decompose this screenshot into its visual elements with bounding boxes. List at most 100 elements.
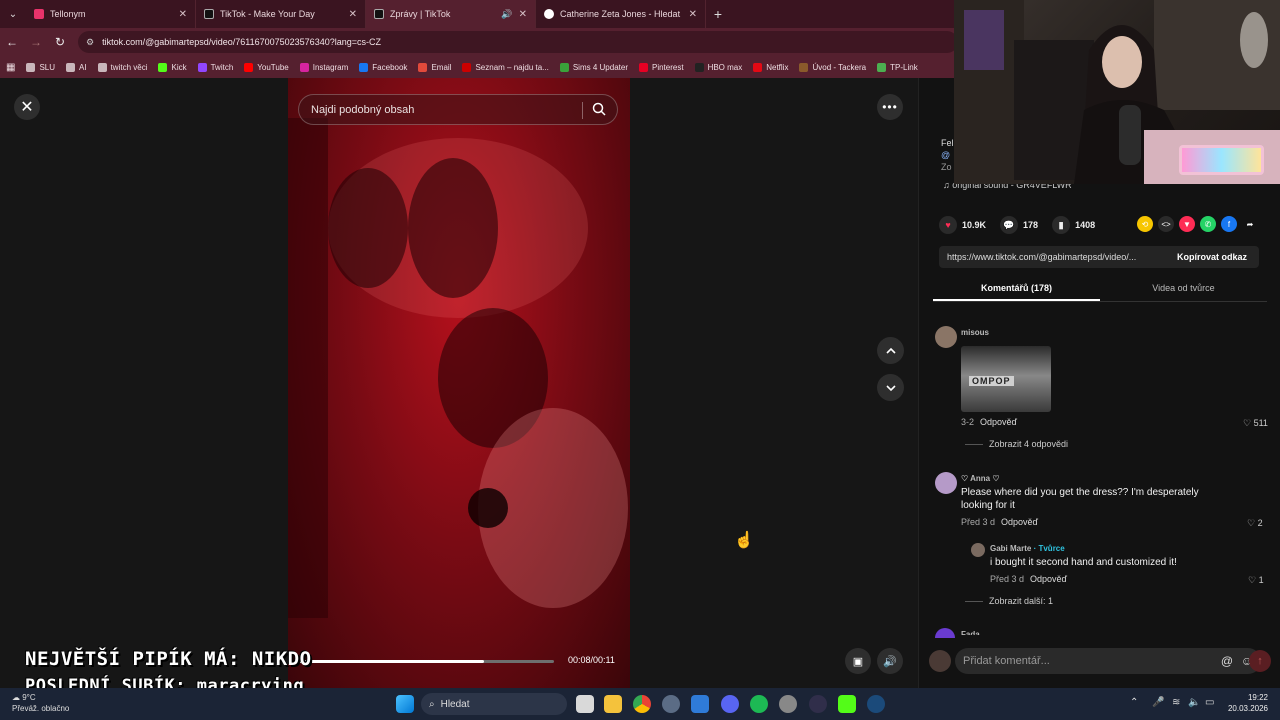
bookmark-2[interactable]: twitch věci	[97, 62, 147, 72]
volume-button[interactable]: 🔊	[877, 648, 903, 674]
tab-tiktok-messages[interactable]: Zprávy | TikTok 🔊 ✕	[366, 0, 536, 28]
tab-tiktok-home[interactable]: TikTok - Make Your Day ✕	[196, 0, 366, 28]
embed-code-icon[interactable]: <>	[1158, 216, 1174, 232]
photos-icon[interactable]	[691, 695, 709, 713]
audio-playing-icon[interactable]: 🔊	[501, 9, 512, 20]
bookmark-12[interactable]: HBO max	[694, 62, 742, 72]
comment-like-button[interactable]: ♡ 511	[1243, 418, 1268, 429]
kick-icon[interactable]	[838, 695, 856, 713]
bookmark-11[interactable]: Pinterest	[638, 62, 684, 72]
repost-icon[interactable]: ⟲	[1137, 216, 1153, 232]
whatsapp-icon[interactable]: ✆	[1200, 216, 1216, 232]
battery-icon[interactable]: ▭	[1205, 697, 1214, 708]
new-tab-plus-icon[interactable]: +	[706, 6, 730, 22]
close-video-icon[interactable]: ✕	[14, 94, 40, 120]
bookmark-7[interactable]: Facebook	[359, 62, 407, 72]
chevron-up-icon	[885, 347, 896, 354]
avatar[interactable]	[971, 543, 985, 557]
author-name-fragment[interactable]: Fel	[941, 138, 954, 148]
bookmark-13[interactable]: Netflix	[753, 62, 788, 72]
copy-link-button[interactable]: Kopírovat odkaz	[1165, 252, 1259, 262]
facebook-icon[interactable]: f	[1221, 216, 1237, 232]
bookmark-9[interactable]: Seznam – najdu ta...	[462, 62, 549, 72]
task-view-icon[interactable]	[576, 695, 594, 713]
comment-username[interactable]: misous	[961, 328, 989, 337]
taskbar-search[interactable]: ⌕ Hledat	[421, 693, 567, 715]
bookmark-6[interactable]: Instagram	[299, 62, 348, 72]
settings-gear-icon[interactable]	[662, 695, 680, 713]
reply-button[interactable]: Odpověď	[1030, 574, 1067, 584]
reply-button[interactable]: Odpověď	[1001, 517, 1038, 527]
similar-content-search[interactable]: Najdi podobný obsah	[298, 94, 618, 125]
bookmark-14[interactable]: Úvod - Tackera	[799, 62, 866, 72]
floating-player-button[interactable]: ▣	[845, 648, 871, 674]
bookmark-8[interactable]: Email	[418, 62, 451, 72]
app-icon[interactable]	[779, 695, 797, 713]
bookmark-10[interactable]: Sims 4 Updater	[559, 62, 628, 72]
bookmark-5[interactable]: YouTube	[244, 62, 289, 72]
forward-arrow-icon[interactable]: →	[24, 28, 48, 56]
reply-button[interactable]: Odpověď	[980, 417, 1017, 427]
bookmark-3[interactable]: Kick	[158, 62, 187, 72]
site-info-icon[interactable]: ⚙	[86, 37, 94, 48]
show-more-replies-button[interactable]: Zobrazit další: 1	[965, 596, 1053, 606]
avatar[interactable]	[935, 472, 957, 494]
clock[interactable]: 19:22 20.03.2026	[1228, 692, 1268, 714]
more-options-icon[interactable]: •••	[877, 94, 903, 120]
tab-creator-videos[interactable]: Videa od tvůrce	[1100, 278, 1267, 301]
comment-like-button[interactable]: ♡ 2	[1247, 518, 1263, 529]
mention-icon[interactable]: @	[1221, 654, 1233, 668]
previous-video-button[interactable]	[877, 337, 904, 364]
windows-start-icon[interactable]	[396, 695, 414, 713]
chevron-down-icon	[885, 384, 896, 391]
bookmark-15[interactable]: TP-Link	[877, 62, 918, 72]
bookmark-1[interactable]: AI	[66, 62, 87, 72]
weather-widget[interactable]: ☁ 9°C Převáž. oblačno	[12, 692, 69, 714]
close-tab-icon[interactable]: ✕	[689, 9, 697, 20]
avatar[interactable]	[935, 326, 957, 348]
tab-comments[interactable]: Komentářů (178)	[933, 278, 1100, 301]
save-button[interactable]: ▮ 1408	[1052, 216, 1095, 234]
close-tab-icon[interactable]: ✕	[519, 9, 527, 20]
video-link-text[interactable]: https://www.tiktok.com/@gabimartepsd/vid…	[939, 252, 1165, 262]
back-arrow-icon[interactable]: ←	[0, 28, 24, 56]
tab-google-search[interactable]: Catherine Zeta Jones - Hledat G ✕	[536, 0, 706, 28]
microphone-icon[interactable]: 🎤	[1152, 697, 1164, 708]
address-bar[interactable]: ⚙ tiktok.com/@gabimartepsd/video/7611670…	[78, 31, 958, 53]
comment-username[interactable]: Fada	[961, 630, 980, 635]
avatar[interactable]	[935, 628, 955, 638]
show-replies-button[interactable]: Zobrazit 4 odpovědi	[965, 439, 1068, 449]
reload-icon[interactable]: ↻	[48, 28, 72, 56]
send-share-icon[interactable]: ▼	[1179, 216, 1195, 232]
author-handle-fragment[interactable]: @	[941, 150, 950, 160]
comment-like-button[interactable]: ♡ 1	[1248, 575, 1264, 586]
speaker-icon[interactable]: 🔈	[1188, 697, 1200, 708]
video-progress-bar[interactable]	[298, 660, 554, 663]
bookmark-4[interactable]: Twitch	[197, 62, 233, 72]
comment-username[interactable]: Gabi Marte · Tvůrce	[990, 544, 1065, 553]
send-comment-button[interactable]: ↑	[1249, 650, 1271, 672]
comment-username[interactable]: ♡ Anna ♡	[961, 474, 1000, 483]
like-button[interactable]: ♥ 10.9K	[939, 216, 986, 234]
close-tab-icon[interactable]: ✕	[349, 9, 357, 20]
steam-icon[interactable]	[867, 695, 885, 713]
search-icon[interactable]	[591, 101, 607, 117]
obs-icon[interactable]	[809, 695, 827, 713]
tray-chevron-up-icon[interactable]: ⌃	[1130, 697, 1138, 708]
comment-button[interactable]: 💬 178	[1000, 216, 1038, 234]
file-explorer-icon[interactable]	[604, 695, 622, 713]
video-player[interactable]	[288, 78, 630, 688]
close-tab-icon[interactable]: ✕	[179, 9, 187, 20]
tab-search-menu-icon[interactable]: ⌄	[0, 0, 26, 28]
chrome-icon[interactable]	[633, 695, 651, 713]
bookmark-0[interactable]: SLU	[26, 62, 55, 72]
add-comment-input[interactable]: Přidat komentář... @ ☺	[955, 648, 1261, 674]
more-share-arrow-icon[interactable]: ➦	[1242, 216, 1258, 232]
next-video-button[interactable]	[877, 374, 904, 401]
bookmark-favicon-icon	[462, 62, 472, 72]
apps-grid-icon[interactable]: ▦	[6, 62, 15, 73]
spotify-icon[interactable]	[750, 695, 768, 713]
wifi-icon[interactable]: ≋	[1172, 697, 1180, 708]
tab-tellonym[interactable]: Tellonym ✕	[26, 0, 196, 28]
discord-icon[interactable]	[721, 695, 739, 713]
